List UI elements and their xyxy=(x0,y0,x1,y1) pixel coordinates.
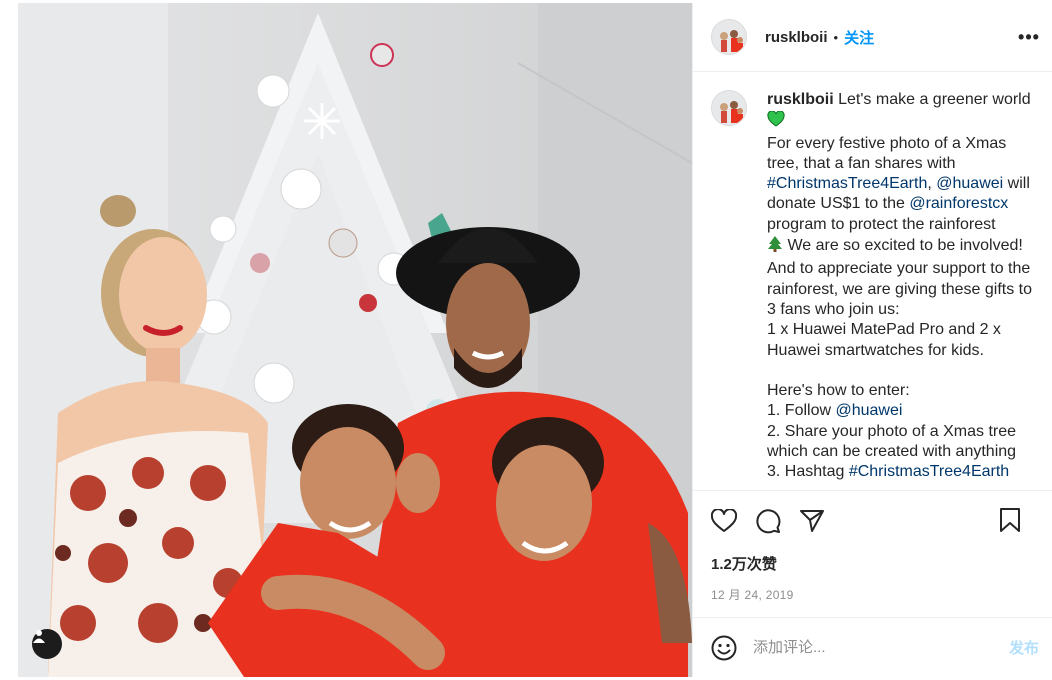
post-date[interactable]: 12 月 24, 2019 xyxy=(711,586,1039,603)
caption-segment: , xyxy=(927,175,937,193)
post-photo[interactable] xyxy=(18,3,692,677)
comment-icon[interactable] xyxy=(755,508,781,534)
caption-body: Let's make a greener world For every fes… xyxy=(767,91,1036,480)
mention-link[interactable]: @huawei xyxy=(835,402,902,419)
caption-segment: We are so excited to be involved! And to… xyxy=(767,237,1033,420)
user-tag-button[interactable] xyxy=(32,629,62,659)
smiley-icon[interactable] xyxy=(711,635,737,661)
caption-segment: Let's make a greener world xyxy=(833,91,1036,108)
header-username[interactable]: rusklboii xyxy=(765,29,828,46)
add-comment-bar: 发布 xyxy=(693,617,1052,677)
mention-link[interactable]: @huawei xyxy=(936,175,1003,192)
hashtag-link[interactable]: #ChristmasTree4Earth xyxy=(767,175,927,192)
green-heart-icon xyxy=(767,110,785,133)
person-icon xyxy=(33,630,45,643)
hashtag-link[interactable]: #ChristmasTree4Earth xyxy=(849,463,1009,480)
avatar-image xyxy=(712,20,746,54)
post-side-panel: rusklboii • 关注 ••• rusklboii Let's make … xyxy=(692,3,1052,677)
mention-link[interactable]: @rainforestcx xyxy=(909,195,1008,212)
heart-icon[interactable] xyxy=(711,509,737,533)
post-header: rusklboii • 关注 ••• xyxy=(693,3,1052,72)
caption-section: rusklboii Let's make a greener world For… xyxy=(693,72,1052,490)
share-icon[interactable] xyxy=(799,509,825,533)
likes-count[interactable]: 1.2万次赞 xyxy=(711,553,1039,574)
avatar[interactable] xyxy=(711,19,747,55)
more-options-icon[interactable]: ••• xyxy=(1016,25,1042,49)
caption-username[interactable]: rusklboii xyxy=(767,91,834,108)
christmas-tree-icon xyxy=(767,235,783,259)
separator-dot: • xyxy=(833,29,839,45)
bookmark-icon[interactable] xyxy=(999,507,1021,533)
caption-avatar[interactable] xyxy=(711,90,747,126)
avatar-image xyxy=(712,91,746,125)
action-bar: 1.2万次赞 12 月 24, 2019 xyxy=(693,490,1052,603)
caption-segment: For every festive photo of a Xmas tree, … xyxy=(767,134,1007,172)
family-christmas-photo xyxy=(18,3,692,677)
post-comment-button[interactable]: 发布 xyxy=(1009,637,1039,658)
comment-input[interactable] xyxy=(753,639,993,656)
caption-text: rusklboii Let's make a greener world For… xyxy=(767,90,1038,483)
follow-button[interactable]: 关注 xyxy=(844,27,874,48)
